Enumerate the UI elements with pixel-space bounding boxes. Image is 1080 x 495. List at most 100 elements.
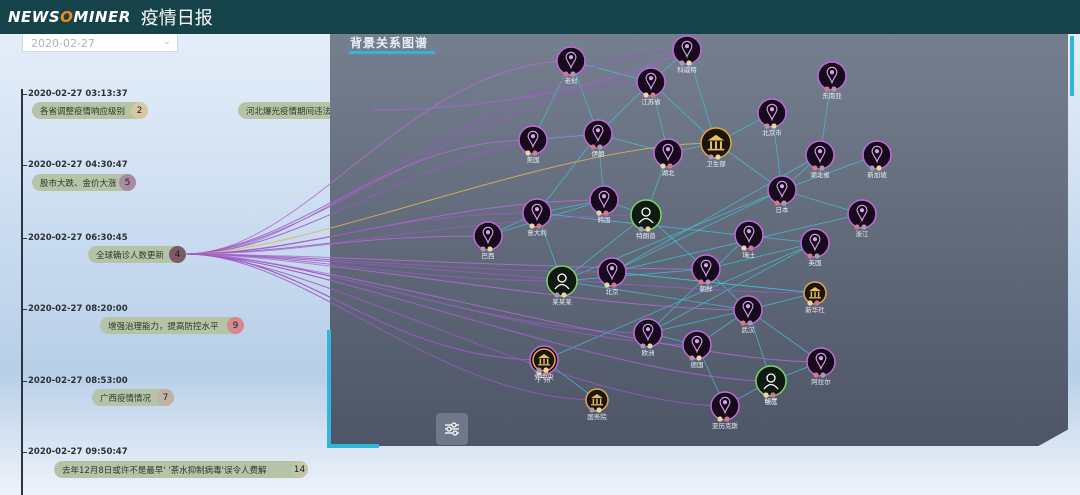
relation-graph[interactable]: 老挝 科威特江苏省 东南亚北京市美国 伊朗卫生部 湖北 湖北省 新加坡韩国 日本特朗普 意大利 浙… (0, 0, 1080, 495)
graph-node-label: 意大利 (527, 228, 547, 237)
graph-node[interactable]: 意大利 (522, 198, 552, 237)
node-badge (824, 86, 830, 92)
event-link-curve (185, 81, 652, 255)
node-badge (715, 154, 721, 160)
node-badge (686, 60, 692, 66)
graph-node[interactable]: 巴西 (473, 221, 503, 260)
node-badge (554, 292, 560, 298)
node-badge (781, 200, 787, 206)
node-badge (604, 282, 610, 288)
event-link-curve (185, 253, 545, 361)
graph-node[interactable]: 朝鲜 (691, 254, 721, 293)
node-badge (529, 223, 535, 229)
node-badge (741, 245, 747, 251)
graph-node-label: 东南亚 (822, 91, 842, 100)
graph-node[interactable]: 卫生部 (700, 127, 732, 168)
node-badge (763, 392, 769, 398)
graph-node-label: 阿拉尔 (811, 377, 831, 386)
node-badge (770, 392, 776, 398)
graph-node-label: 巴西 (482, 252, 496, 260)
node-badge (698, 279, 704, 285)
graph-node[interactable]: 湖北 (653, 138, 683, 177)
sliders-icon (445, 422, 459, 436)
node-badge (640, 343, 646, 349)
node-badge (590, 144, 596, 150)
graph-edge (647, 234, 750, 334)
node-badge (603, 210, 609, 216)
node-badge (724, 416, 730, 422)
graph-node-label: 新加坡 (867, 170, 887, 179)
node-badge (807, 300, 813, 306)
node-badge (869, 165, 875, 171)
graph-node-label: 瑞士 (743, 250, 757, 259)
graph-node[interactable]: 北京市 (757, 98, 787, 137)
graph-node-label: 老挝 (565, 76, 579, 85)
node-badge (638, 226, 644, 232)
graph-node[interactable]: 湖北省 (805, 140, 835, 179)
graph-node-label: 亚历克斯 (712, 421, 739, 430)
node-badge (774, 200, 780, 206)
event-link-curve (185, 253, 563, 282)
node-badge (813, 372, 819, 378)
node-badge (814, 253, 820, 259)
node-badge (814, 300, 820, 306)
graph-edge (543, 242, 816, 361)
graph-node-label: 江苏省 (641, 97, 661, 106)
graph-node-label: 卫生部 (706, 159, 726, 168)
graph-node[interactable]: 党中央 (532, 348, 556, 381)
node-badge (831, 86, 837, 92)
graph-node-label: 北京 (606, 287, 620, 296)
node-badge (570, 71, 576, 77)
node-badge (536, 223, 542, 229)
graph-node-label: 浙江 (856, 229, 870, 238)
graph-node-label: 党中央 (534, 372, 554, 381)
graph-node[interactable]: 东南亚 (817, 61, 847, 100)
graph-node-label: 特朗普 (636, 231, 656, 240)
graph-node[interactable]: 韩国 (589, 185, 619, 224)
graph-node[interactable]: 瑞士 (734, 220, 764, 259)
graph-edge (647, 309, 749, 334)
node-badge (596, 407, 602, 413)
node-badge (717, 416, 723, 422)
node-badge (589, 407, 595, 413)
graph-node[interactable]: 阿拉尔 (806, 347, 836, 386)
node-badge (563, 71, 569, 77)
graph-node[interactable]: 国务院 (585, 388, 609, 421)
graph-node[interactable]: 伊朗 (583, 119, 613, 158)
graph-node[interactable]: 英国 (800, 228, 830, 267)
node-badge (543, 367, 549, 373)
graph-node[interactable]: 科威特 (672, 35, 702, 74)
node-badge (650, 92, 656, 98)
graph-node[interactable]: 浙江 (847, 199, 877, 238)
graph-settings-button[interactable] (436, 413, 468, 445)
graph-node[interactable]: 欧洲 (633, 318, 663, 357)
graph-node[interactable]: 新华社 (803, 281, 827, 314)
graph-node-label: 科威特 (677, 65, 697, 74)
node-badge (532, 150, 538, 156)
node-badge (487, 246, 493, 252)
graph-node[interactable]: 老挝 (556, 46, 586, 85)
node-badge (645, 226, 651, 232)
node-badge (647, 343, 653, 349)
graph-node[interactable]: 新加坡 (862, 140, 892, 179)
node-badge (643, 92, 649, 98)
graph-node[interactable]: 亚历克斯 (710, 391, 740, 430)
graph-node[interactable]: 武汉 (733, 295, 763, 334)
graph-node[interactable]: 特朗普 (630, 199, 662, 240)
node-badge (561, 292, 567, 298)
graph-node[interactable]: 美国 (518, 125, 548, 164)
graph-node[interactable]: 江苏省 (636, 67, 666, 106)
graph-node-label: 韩国 (598, 215, 611, 224)
graph-node[interactable]: 日本 (767, 175, 797, 214)
node-badge (525, 150, 531, 156)
graph-node-label: 朝鲜 (700, 284, 714, 293)
graph-node-label: 武汉 (742, 325, 756, 334)
graph-node[interactable]: 德国 (682, 330, 712, 369)
graph-node[interactable]: 某某某 (546, 265, 578, 306)
node-badge (819, 165, 825, 171)
graph-node-label: 欧洲 (642, 348, 655, 357)
graph-node-label: 伊朗 (592, 149, 605, 158)
graph-node-label: 日本 (776, 205, 790, 214)
graph-node-label: 美国 (527, 155, 540, 164)
graph-node[interactable]: 张三 (755, 365, 787, 406)
